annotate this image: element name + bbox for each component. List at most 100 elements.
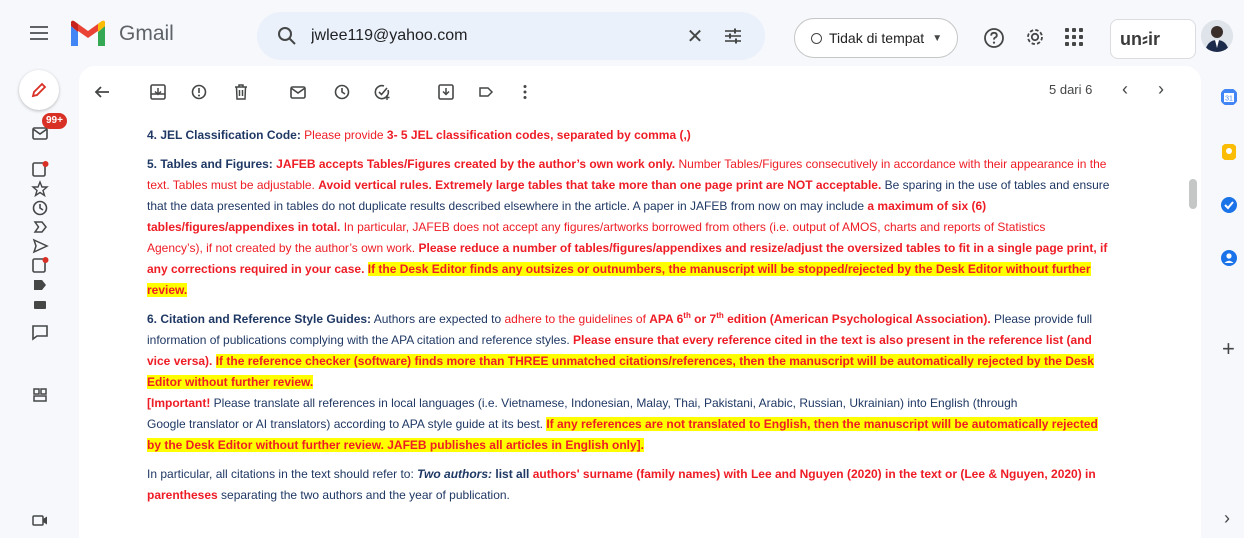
body-text: text. Tables must be adjustable.	[147, 178, 319, 192]
paragraph-line: [Important! Please translate all referen…	[147, 393, 1187, 414]
body-text: In particular, JAFEB does not accept any…	[340, 220, 1046, 234]
paragraph-line: that the data presented in tables do not…	[147, 196, 1187, 217]
send-icon[interactable]	[31, 237, 49, 255]
body-text: Two authors:	[417, 467, 493, 481]
avatar[interactable]	[1201, 20, 1233, 52]
spaces-icon[interactable]	[31, 386, 49, 404]
status-dropdown[interactable]: Tidak di tempat ▼	[794, 18, 958, 58]
paragraph-line: Google translator or AI translators) acc…	[147, 414, 1187, 435]
chevron-right-icon[interactable]: ›	[1224, 508, 1230, 529]
highlighted-text: review.	[147, 283, 188, 297]
star-icon[interactable]	[31, 180, 49, 198]
calendar-icon[interactable]: 31	[1220, 88, 1238, 106]
gmail-logo[interactable]	[69, 20, 107, 48]
drafts-icon[interactable]	[31, 256, 49, 274]
apps-icon[interactable]	[1065, 28, 1083, 46]
mark-unread-icon[interactable]	[289, 83, 307, 101]
archive-icon[interactable]	[149, 83, 167, 101]
body-text: Google translator or AI translators) acc…	[147, 417, 547, 431]
body-text: 5. Tables and Figures:	[147, 157, 277, 171]
body-text: Authors are expected to	[371, 312, 505, 326]
more-icon[interactable]	[516, 83, 534, 101]
body-text: Please provide	[300, 128, 387, 142]
labels-icon[interactable]	[477, 83, 495, 101]
chevron-down-icon: ▼	[932, 32, 943, 44]
body-text: that the data presented in tables do not…	[147, 199, 868, 213]
important-icon[interactable]	[31, 160, 49, 178]
close-icon[interactable]: ✕	[683, 24, 707, 49]
menu-icon[interactable]	[30, 26, 48, 40]
email-body: 4. JEL Classification Code: Please provi…	[147, 125, 1187, 514]
tune-icon[interactable]	[723, 26, 743, 46]
highlighted-text: If the Desk Editor finds any outsizes or…	[367, 262, 1091, 276]
body-text: authors' surname (family names) with Lee…	[532, 467, 1096, 481]
paragraph-line: review.	[147, 280, 1187, 301]
tag-icon[interactable]	[31, 276, 49, 294]
report-spam-icon[interactable]	[190, 83, 208, 101]
compose-button[interactable]	[19, 70, 59, 110]
delete-icon[interactable]	[232, 83, 250, 101]
settings-icon[interactable]	[1024, 26, 1046, 48]
video-icon[interactable]	[31, 511, 49, 529]
section-citation-style: 6. Citation and Reference Style Guides: …	[147, 309, 1187, 456]
help-icon[interactable]	[983, 27, 1005, 49]
section-jel: 4. JEL Classification Code: Please provi…	[147, 125, 1187, 146]
highlighted-text: by the Desk Editor without further revie…	[147, 438, 644, 452]
organization-logo[interactable]: un⸗ir	[1110, 19, 1196, 59]
pagination-label: 5 dari 6	[1049, 82, 1093, 97]
paragraph-line: 5. Tables and Figures: JAFEB accepts Tab…	[147, 154, 1187, 175]
body-text: information of publications complying wi…	[147, 333, 574, 347]
section-tables-figures: 5. Tables and Figures: JAFEB accepts Tab…	[147, 154, 1187, 301]
body-text: parentheses	[147, 488, 218, 502]
body-text: tables/figures/appendixes in total.	[147, 220, 341, 234]
clock-icon[interactable]	[31, 199, 49, 217]
section-heading: 4. JEL Classification Code:	[147, 128, 301, 142]
app-title: Gmail	[119, 22, 174, 45]
paragraph-line: Agency’s), if not created by the author’…	[147, 238, 1187, 259]
chevron-right-icon[interactable]: ›	[1158, 79, 1164, 100]
paragraph-line: any corrections required in your case. I…	[147, 259, 1187, 280]
highlighted-text: Editor without further review.	[147, 375, 314, 389]
body-text: 3- 5 JEL classification codes, separated…	[386, 128, 691, 142]
search-bar[interactable]: ✕	[257, 12, 765, 60]
body-text: Number Tables/Figures consecutively in a…	[675, 157, 1107, 171]
tasks-icon[interactable]	[1220, 196, 1238, 214]
chevron-left-icon[interactable]: ‹	[1122, 79, 1128, 100]
paragraph-line: information of publications complying wi…	[147, 330, 1187, 351]
add-task-icon[interactable]	[373, 83, 391, 101]
paragraph-line: text. Tables must be adjustable. Avoid v…	[147, 175, 1187, 196]
contacts-icon[interactable]	[1220, 249, 1238, 267]
more-labels-icon[interactable]	[31, 296, 49, 314]
body-text: vice versa).	[147, 354, 216, 368]
superscript: th	[683, 311, 691, 320]
paragraph-line: vice versa). If the reference checker (s…	[147, 351, 1187, 372]
body-text: In particular, all citations in the text…	[147, 467, 418, 481]
search-icon[interactable]	[277, 26, 297, 46]
body-text: any corrections required in your case.	[147, 262, 368, 276]
move-to-icon[interactable]	[437, 83, 455, 101]
body-text: Avoid vertical rules. Extremely large ta…	[318, 178, 882, 192]
body-text: Please ensure that every reference cited…	[573, 333, 1092, 347]
body-text: separating the two authors and the year …	[217, 488, 510, 502]
svg-text:31: 31	[1225, 96, 1233, 103]
body-text: Please provide full	[990, 312, 1093, 326]
search-input[interactable]	[311, 22, 671, 50]
body-text: or 7	[690, 312, 717, 326]
paragraph-line: by the Desk Editor without further revie…	[147, 435, 1187, 456]
scrollbar-thumb[interactable]	[1189, 179, 1197, 209]
superscript: th	[716, 311, 724, 320]
keep-icon[interactable]	[1220, 143, 1238, 161]
unread-count-badge: 99+	[42, 113, 67, 129]
body-text: Agency’s), if not created by the author’…	[147, 241, 419, 255]
message-panel: 5 dari 6 ‹ › 4. JEL Classification Code:…	[79, 66, 1201, 538]
back-icon[interactable]	[93, 83, 111, 101]
chat-icon[interactable]	[31, 323, 49, 341]
plus-icon[interactable]: +	[1222, 338, 1235, 360]
body-text: Please reduce a number of tables/figures…	[418, 241, 1108, 255]
status-label: Tidak di tempat	[829, 30, 925, 46]
body-text: a maximum of six (6)	[867, 199, 987, 213]
section-heading: 6. Citation and Reference Style Guides:	[147, 312, 372, 326]
snooze-icon[interactable]	[333, 83, 351, 101]
pencil-icon	[31, 82, 47, 98]
label-icon[interactable]	[31, 218, 49, 236]
